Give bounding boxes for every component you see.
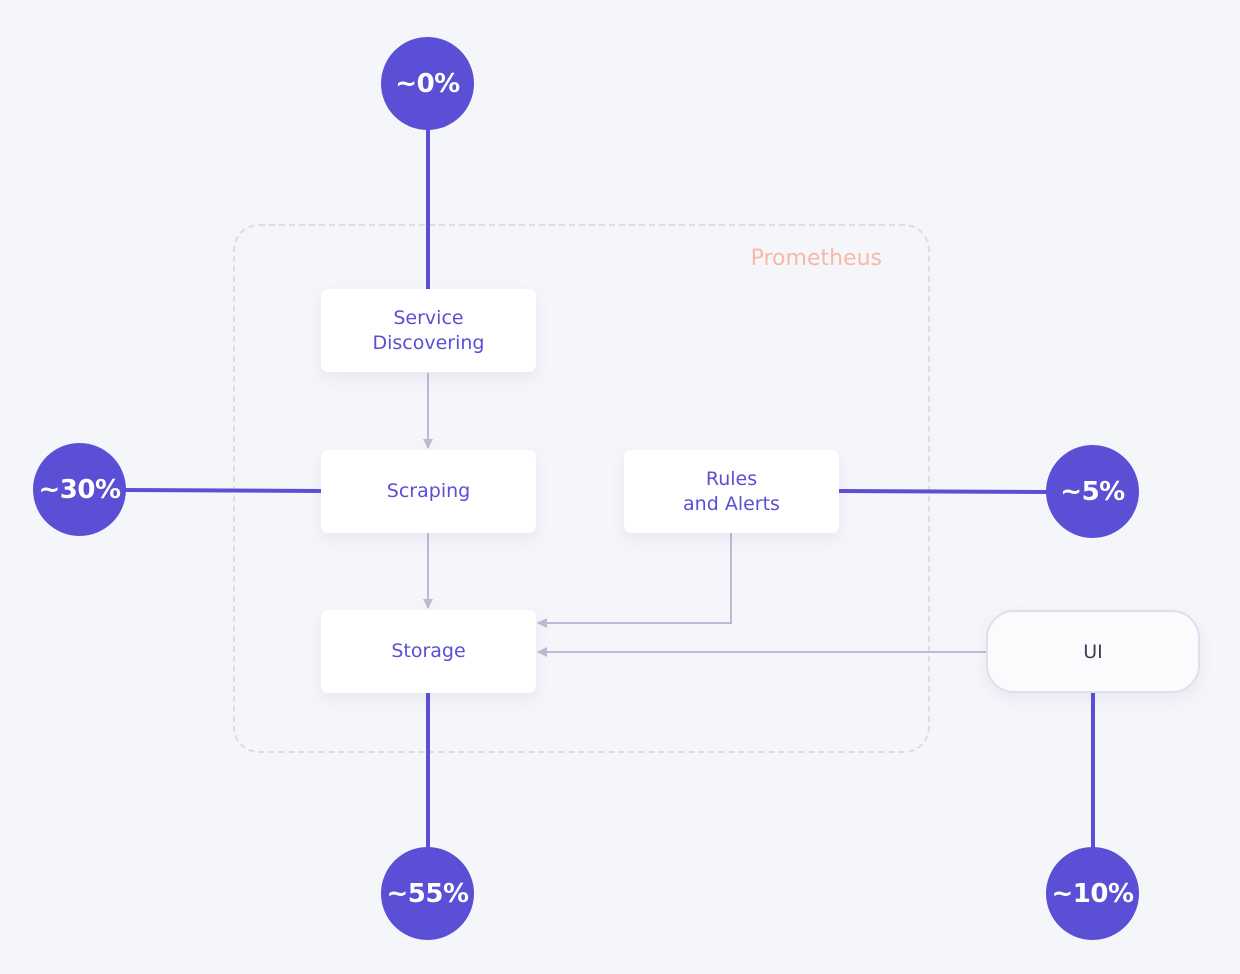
share-scraping: ~30%	[33, 443, 126, 536]
arrow-rules-storage	[537, 533, 732, 628]
share-storage: ~55%	[381, 847, 474, 940]
share-ui: ~10%	[1046, 847, 1139, 940]
service-discovering-box: Service Discovering	[321, 289, 536, 372]
share-service-discovering: ~0%	[381, 37, 474, 130]
share-rules-alerts: ~5%	[1046, 445, 1139, 538]
wire-scraping-share	[123, 488, 322, 493]
storage-box: Storage	[321, 610, 536, 693]
rules-alerts-box: Rules and Alerts	[624, 450, 839, 533]
wire-rules-share	[837, 489, 1049, 494]
scraping-box: Scraping	[321, 450, 536, 533]
ui-box: UI	[986, 610, 1200, 693]
